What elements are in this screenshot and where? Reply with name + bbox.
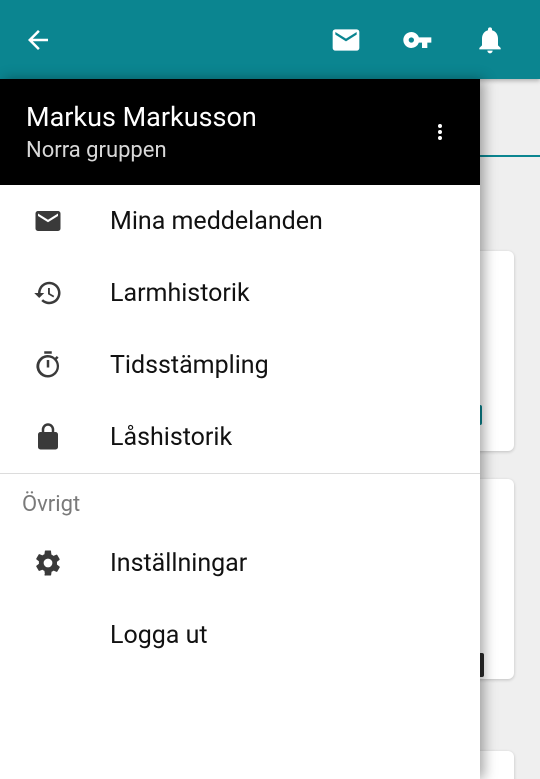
navigation-drawer: Markus Markusson Norra gruppen Mina medd… — [0, 79, 480, 779]
menu-item-lock-history[interactable]: Låshistorik — [0, 401, 480, 473]
menu-item-settings[interactable]: Inställningar — [0, 527, 480, 599]
user-name: Markus Markusson — [26, 101, 257, 133]
more-vert-icon — [428, 120, 452, 144]
appbar-action-mail[interactable] — [310, 16, 382, 64]
mail-icon — [22, 206, 74, 236]
mail-icon — [330, 24, 362, 56]
section-title: Övrigt — [0, 474, 480, 527]
menu-item-label: Tidsstämpling — [110, 351, 269, 380]
menu-item-messages[interactable]: Mina meddelanden — [0, 185, 480, 257]
menu-item-label: Låshistorik — [110, 423, 232, 452]
history-icon — [22, 278, 74, 308]
menu-section-other: Övrigt Inställningar Logga ut — [0, 473, 480, 671]
user-group: Norra gruppen — [26, 138, 257, 163]
timer-icon — [22, 350, 74, 380]
drawer-header: Markus Markusson Norra gruppen — [0, 79, 480, 185]
menu-item-timestamping[interactable]: Tidsstämpling — [0, 329, 480, 401]
gear-icon — [22, 548, 74, 578]
menu-item-alarm-history[interactable]: Larmhistorik — [0, 257, 480, 329]
drawer-more-button[interactable] — [420, 104, 460, 160]
appbar-action-key[interactable] — [382, 16, 454, 64]
lock-icon — [22, 422, 74, 452]
bell-icon — [474, 24, 506, 56]
drawer-header-text: Markus Markusson Norra gruppen — [26, 101, 257, 162]
menu-item-label: Larmhistorik — [110, 279, 250, 308]
menu-item-label: Mina meddelanden — [110, 207, 323, 236]
key-icon — [402, 24, 434, 56]
app-bar — [0, 0, 540, 79]
menu-item-label: Logga ut — [110, 621, 208, 650]
arrow-back-icon — [23, 25, 53, 55]
screen: Markus Markusson Norra gruppen Mina medd… — [0, 0, 540, 779]
back-button[interactable] — [14, 16, 62, 64]
menu-item-logout[interactable]: Logga ut — [0, 599, 480, 671]
empty-icon — [22, 620, 74, 650]
appbar-action-bell[interactable] — [454, 16, 526, 64]
menu-item-label: Inställningar — [110, 549, 247, 578]
